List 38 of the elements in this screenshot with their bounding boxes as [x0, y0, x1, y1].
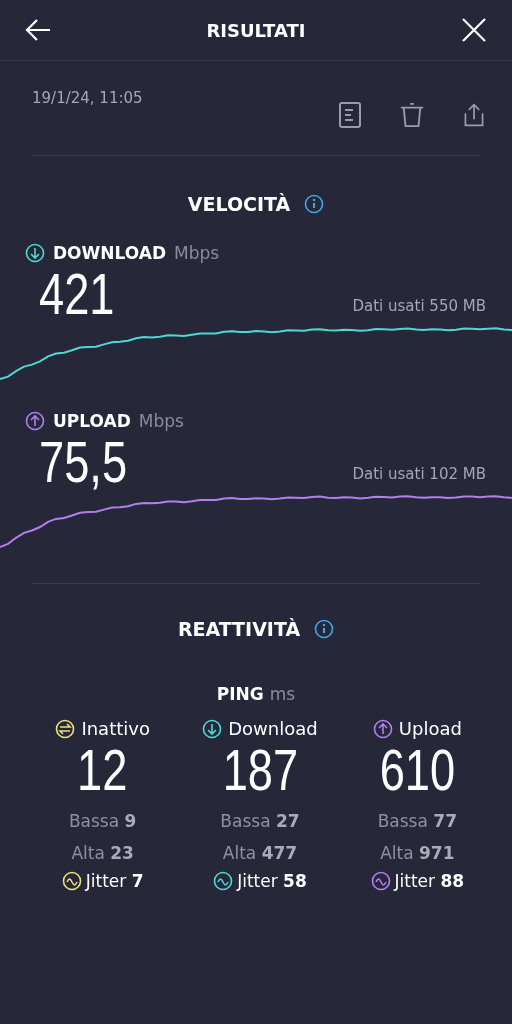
info-icon[interactable]	[304, 194, 325, 214]
test-label: UPLOAD	[53, 411, 131, 431]
ping-value: 610	[379, 739, 456, 801]
unit-label: ms	[269, 684, 296, 704]
ping-value: 12	[77, 739, 128, 801]
speed-value: 421	[38, 263, 115, 325]
speed-value: 75,5	[38, 431, 128, 493]
ping-type-label: Upload	[398, 718, 462, 739]
close-icon[interactable]	[460, 16, 488, 44]
section-title: REATTIVITÀ	[177, 618, 301, 640]
info-icon[interactable]	[314, 619, 335, 639]
ping-label: PING	[216, 684, 264, 704]
ping-value: 187	[222, 739, 298, 801]
low-ping: Bassa 77	[377, 810, 457, 833]
ping-type-label: Inattivo	[81, 718, 150, 739]
unit-label: Mbps	[174, 243, 220, 263]
high-ping: Alta 477	[222, 842, 298, 865]
data-used: Dati usati 102 MB	[352, 465, 486, 483]
high-ping: Alta 971	[380, 842, 455, 865]
data-used: Dati usati 550 MB	[352, 297, 486, 315]
screen-title: RISULTATI	[206, 19, 306, 41]
jitter-value: Jitter 88	[394, 871, 465, 891]
wave-icon	[61, 871, 82, 891]
wave-icon	[370, 871, 391, 891]
low-ping: Bassa 9	[68, 810, 137, 833]
low-ping: Bassa 27	[220, 810, 300, 833]
wave-icon	[213, 871, 234, 891]
test-date: 19/1/24, 11:05	[32, 89, 143, 109]
share-icon[interactable]	[462, 101, 486, 129]
document-icon[interactable]	[338, 101, 362, 129]
test-label: DOWNLOAD	[53, 243, 167, 263]
jitter-value: Jitter 7	[85, 871, 144, 891]
jitter-value: Jitter 58	[237, 871, 307, 891]
section-title: VELOCITÀ	[187, 193, 291, 215]
unit-label: Mbps	[138, 411, 184, 431]
ping-type-label: Download	[228, 718, 318, 739]
trash-icon[interactable]	[400, 101, 424, 129]
high-ping: Alta 23	[71, 842, 134, 865]
